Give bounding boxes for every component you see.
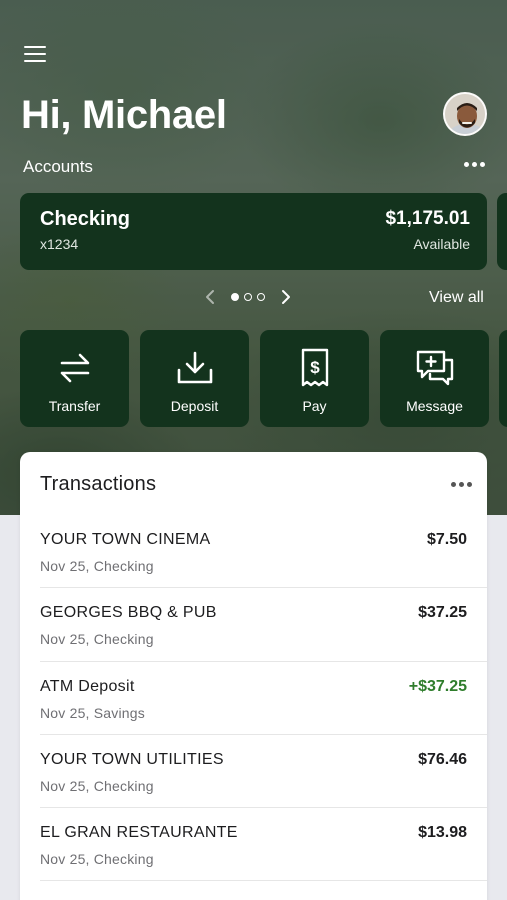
message-button[interactable]: Message: [380, 330, 489, 427]
next-account-card-peek[interactable]: [497, 193, 507, 270]
transaction-amount: $76.46: [418, 750, 467, 768]
transaction-row[interactable]: YOUR TOWN UTILITIES Nov 25, Checking $76…: [40, 735, 487, 809]
transaction-name: GEORGES BBQ & PUB: [40, 604, 217, 622]
pay-label: Pay: [302, 398, 327, 414]
pager-dot-active[interactable]: [231, 293, 239, 301]
accounts-pager: [203, 287, 293, 307]
account-balance: $1,175.01: [385, 208, 470, 229]
transaction-row[interactable]: GEORGES BBQ & PUB Nov 25, Checking $37.2…: [40, 588, 487, 662]
transaction-name: YOUR TOWN CINEMA: [40, 531, 211, 548]
pay-bill-icon: $: [300, 348, 330, 388]
transaction-row[interactable]: YOUR TOWN CINEMA Nov 25, Checking $7.50: [40, 515, 487, 589]
transaction-row[interactable]: ATM Deposit Nov 25, Savings +$37.25: [40, 662, 487, 735]
transaction-date-account: Nov 25, Checking: [40, 777, 154, 794]
user-avatar[interactable]: [443, 92, 487, 136]
chevron-left-icon[interactable]: [203, 287, 217, 307]
transfer-arrows-icon: [58, 348, 92, 388]
transaction-date-account: Nov 25, Checking: [40, 558, 154, 574]
message-add-icon: [415, 348, 455, 388]
transactions-more-icon[interactable]: [451, 482, 472, 487]
account-number: x1234: [40, 236, 79, 252]
view-all-link[interactable]: View all: [429, 289, 484, 307]
chevron-right-icon[interactable]: [279, 287, 293, 307]
account-name: Checking: [40, 208, 131, 230]
pay-button[interactable]: $ Pay: [260, 330, 369, 427]
transaction-amount: $37.25: [418, 604, 467, 622]
greeting-title: Hi, Michael: [21, 93, 227, 137]
accounts-more-icon[interactable]: [464, 162, 485, 167]
transaction-name: ATM Deposit: [40, 677, 135, 695]
transaction-amount: $13.98: [418, 824, 467, 842]
transactions-card: Transactions YOUR TOWN CINEMA Nov 25, Ch…: [20, 452, 487, 900]
pager-dots: [231, 293, 265, 301]
next-action-peek[interactable]: [499, 330, 507, 427]
message-label: Message: [406, 398, 463, 414]
quick-actions: Transfer Deposit $ Pay Message: [20, 330, 489, 427]
transaction-date-account: Nov 25, Checking: [40, 851, 154, 868]
transaction-name: YOUR TOWN UTILITIES: [40, 750, 224, 768]
transactions-list: YOUR TOWN CINEMA Nov 25, Checking $7.50 …: [20, 515, 487, 882]
transactions-title: Transactions: [40, 473, 157, 495]
transaction-row[interactable]: EL GRAN RESTAURANTE Nov 25, Checking $13…: [40, 808, 487, 882]
transfer-button[interactable]: Transfer: [20, 330, 129, 427]
transaction-name: EL GRAN RESTAURANTE: [40, 824, 238, 842]
transfer-label: Transfer: [48, 398, 101, 414]
accounts-section-label: Accounts: [23, 157, 93, 176]
deposit-button[interactable]: Deposit: [140, 330, 249, 427]
svg-text:$: $: [310, 358, 320, 377]
pager-dot[interactable]: [257, 293, 265, 301]
transaction-date-account: Nov 25, Savings: [40, 704, 145, 721]
transaction-amount: $7.50: [426, 531, 467, 548]
account-card-checking[interactable]: Checking x1234 $1,175.01 Available: [20, 193, 487, 270]
hamburger-menu-icon[interactable]: [24, 44, 46, 64]
pager-dot[interactable]: [244, 293, 252, 301]
deposit-download-icon: [176, 348, 214, 388]
deposit-label: Deposit: [170, 398, 219, 414]
transaction-date-account: Nov 25, Checking: [40, 631, 154, 648]
transaction-amount-credit: +$37.25: [408, 677, 467, 695]
account-balance-label: Available: [413, 236, 470, 252]
